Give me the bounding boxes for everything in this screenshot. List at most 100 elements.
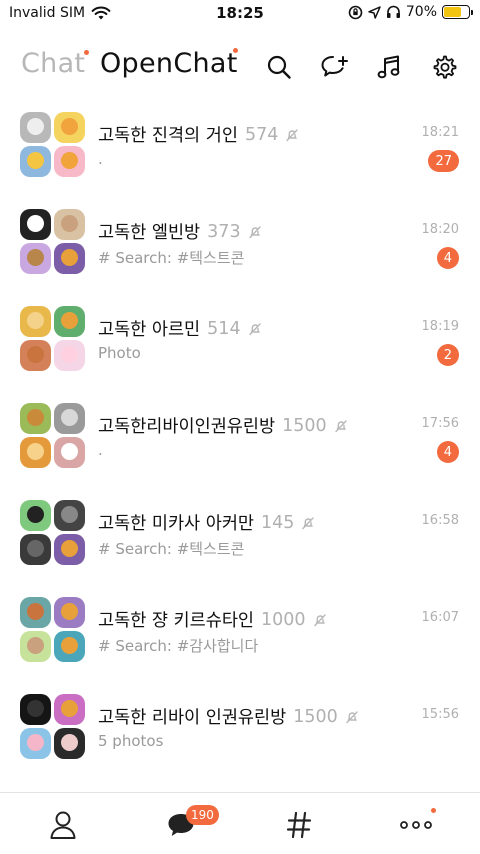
mute-bell-icon — [248, 225, 261, 238]
last-message-preview: # Search: #텍스트콘 — [98, 540, 245, 558]
chat-room-row[interactable]: 고독한리바이인권유린방 1500. 17:56 4 — [0, 391, 480, 488]
avatar-face — [27, 118, 44, 135]
chat-room-row[interactable]: 고독한 진격의 거인 574. 18:21 27 — [0, 100, 480, 197]
last-message-preview: Photo — [98, 344, 141, 362]
unread-badge: 4 — [436, 441, 459, 463]
last-message-preview: # Search: #감사합니다 — [98, 637, 259, 655]
member-avatar — [20, 597, 51, 628]
chat-room-row[interactable]: 고독한 아르민 514 Photo 18:19 2 — [0, 294, 480, 391]
mute-bell-icon — [302, 516, 315, 529]
avatar-face — [27, 734, 44, 751]
room-avatar-group — [20, 500, 86, 566]
member-count: 514 — [207, 318, 241, 339]
more-dots-icon — [400, 821, 432, 829]
member-avatar — [54, 112, 85, 143]
member-avatar — [20, 146, 51, 177]
chat-room-row[interactable]: 고독한 미카사 아커만 145 # Search: #텍스트콘 16:58 — [0, 488, 480, 585]
avatar-face — [61, 118, 78, 135]
avatar-face — [27, 249, 44, 266]
mute-bell-icon — [346, 710, 358, 723]
mute-bell-icon — [286, 128, 299, 141]
member-avatar — [54, 500, 85, 531]
member-avatar — [54, 209, 85, 240]
member-count: 574 — [244, 124, 279, 145]
room-title-line: 고독한 아르민 514 — [98, 316, 262, 341]
room-avatar-group — [20, 403, 86, 469]
member-avatar — [20, 209, 51, 240]
room-avatar-group — [20, 306, 86, 372]
unread-badge: 27 — [428, 150, 459, 172]
avatar-face — [61, 312, 78, 329]
room-title-line: 고독한 미카사 아커만 145 — [98, 510, 315, 535]
nav-more[interactable] — [398, 807, 434, 843]
tab-openchat[interactable]: OpenChat — [100, 48, 238, 79]
member-avatar — [20, 631, 51, 662]
room-avatar-group — [20, 209, 86, 275]
chat-room-row[interactable]: 고독한 엘빈방 373 # Search: #텍스트콘 18:20 4 — [0, 197, 480, 294]
room-avatar-group — [20, 112, 86, 178]
battery-icon — [442, 5, 473, 19]
avatar-face — [61, 409, 78, 426]
member-avatar — [20, 340, 51, 371]
location-icon — [368, 5, 381, 19]
room-title: 고독한 아르민 — [98, 320, 201, 340]
avatar-face — [27, 346, 44, 363]
member-count: 1500 — [282, 415, 327, 436]
member-avatar — [54, 340, 85, 371]
member-avatar — [20, 306, 51, 337]
header: Chat OpenChat — [0, 40, 480, 90]
avatar-face — [27, 603, 44, 620]
battery-fill — [444, 7, 461, 17]
member-avatar — [54, 597, 85, 628]
last-message-preview: 5 photos — [98, 732, 164, 750]
room-title-line: 고독한 진격의 거인 574 — [98, 122, 299, 147]
avatar-face — [27, 700, 44, 717]
member-count: 1500 — [293, 706, 338, 727]
hashtag-icon — [286, 811, 312, 839]
bottom-nav: 190 — [0, 792, 480, 854]
tab-chat[interactable]: Chat — [21, 48, 85, 79]
member-avatar — [54, 403, 85, 434]
avatar-face — [27, 152, 44, 169]
unread-badge: 4 — [436, 247, 459, 269]
last-message-time: 18:21 — [421, 125, 459, 140]
headphones-icon — [386, 5, 400, 18]
member-avatar — [20, 694, 51, 725]
nav-openchat[interactable] — [281, 807, 317, 843]
avatar-face — [27, 409, 44, 426]
room-title: 고독한리바이인권유린방 — [98, 417, 276, 437]
last-message-preview: . — [98, 441, 103, 459]
new-chat-button[interactable] — [317, 50, 350, 83]
member-avatar — [20, 243, 51, 274]
mute-bell-icon — [334, 419, 347, 432]
chat-room-row[interactable]: 고독한 쟝 키르슈타인 1000 # Search: #감사합니다 16:07 — [0, 585, 480, 682]
chat-room-row[interactable]: 고독한 리바이 인권유린방 1500 5 photos 15:56 — [0, 682, 480, 779]
avatar-face — [27, 506, 44, 523]
search-button[interactable] — [262, 50, 295, 83]
tab-openchat-new-dot — [233, 48, 238, 53]
member-avatar — [54, 631, 85, 662]
music-button[interactable] — [372, 50, 405, 83]
avatar-face — [61, 637, 78, 654]
gear-icon — [433, 55, 456, 79]
music-note-icon — [377, 55, 399, 78]
avatar-face — [61, 215, 78, 232]
member-avatar — [54, 694, 85, 725]
nav-friends[interactable] — [45, 807, 81, 843]
room-title-line: 고독한 엘빈방 373 — [98, 219, 262, 244]
member-avatar — [54, 243, 85, 274]
avatar-face — [61, 443, 78, 460]
avatar-face — [61, 700, 78, 717]
avatar-face — [61, 506, 78, 523]
mute-bell-icon — [248, 322, 261, 335]
last-message-time: 15:56 — [421, 707, 459, 722]
avatar-face — [27, 443, 44, 460]
avatar-face — [61, 603, 78, 620]
header-actions — [262, 50, 460, 83]
room-title: 고독한 미카사 아커만 — [98, 514, 255, 534]
member-avatar — [54, 146, 85, 177]
room-title: 고독한 엘빈방 — [98, 223, 201, 243]
settings-button[interactable] — [427, 50, 460, 83]
status-bar: Invalid SIM 18:25 70% — [0, 0, 480, 30]
last-message-preview: # Search: #텍스트콘 — [98, 249, 245, 267]
